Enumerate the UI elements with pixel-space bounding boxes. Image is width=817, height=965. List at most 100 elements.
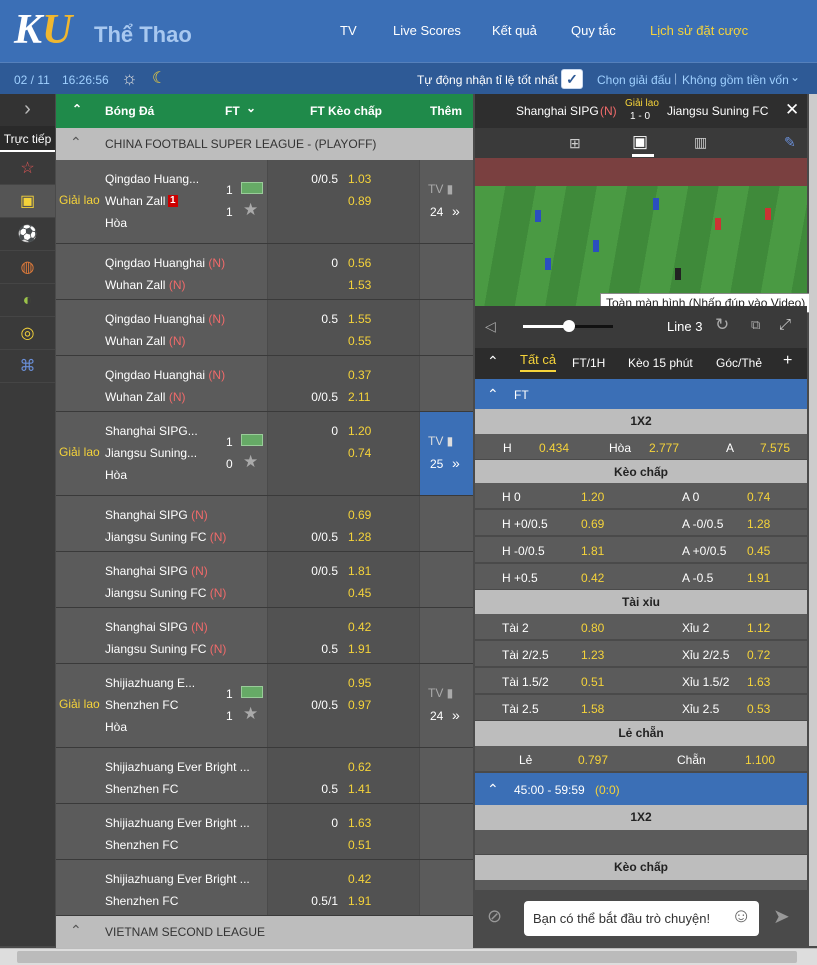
odds-button[interactable]: 1.53 [348, 278, 371, 292]
popout-icon[interactable]: ⧉ [751, 317, 760, 333]
league-header[interactable]: ⌃ CHINA FOOTBALL SUPER LEAGUE - (PLAYOFF… [56, 128, 473, 160]
odds-button[interactable]: 1.81 [348, 564, 371, 578]
pitch-icon[interactable]: ⊞ [569, 135, 581, 152]
soccer-ball-icon[interactable]: ⚽ [0, 218, 55, 251]
odds-button[interactable]: 1.91 [747, 571, 770, 585]
odds-button[interactable]: 2.777 [649, 441, 679, 455]
brand-logo[interactable]: KU [14, 6, 84, 54]
favorite-star-icon[interactable]: ☆ [0, 152, 55, 185]
tab-all[interactable]: Tất cả [520, 352, 557, 372]
tab-15min[interactable]: Kèo 15 phút [628, 356, 693, 370]
tv-icon[interactable]: ▣ [0, 185, 55, 218]
chevron-down-icon[interactable]: ⌄ [246, 101, 256, 115]
fullscreen-icon[interactable]: ⤢ [779, 316, 791, 333]
chevron-right-icon[interactable]: » [452, 707, 460, 723]
odds-button[interactable]: 0.53 [747, 702, 770, 716]
period-select[interactable]: FT [225, 104, 240, 118]
pitch-icon[interactable] [241, 686, 263, 698]
live-tab[interactable]: Trực tiếp [0, 126, 55, 152]
video-player[interactable] [475, 158, 807, 306]
odds-button[interactable]: 1.12 [747, 621, 770, 635]
more-markets-cell[interactable]: TV ▮ 24 » [420, 664, 473, 747]
odds-button[interactable]: 0.434 [539, 441, 569, 455]
odds-button[interactable]: 1.41 [348, 782, 371, 796]
odds-button[interactable]: 1.63 [348, 816, 371, 830]
volume-icon[interactable]: ◁ [485, 318, 496, 335]
odds-button[interactable]: 0.55 [348, 334, 371, 348]
nav-live-scores[interactable]: Live Scores [393, 23, 461, 38]
odds-button[interactable]: 0.89 [348, 194, 371, 208]
collapse-all-icon[interactable]: ⌃ [72, 102, 82, 116]
chevron-up-icon[interactable]: ⌃ [70, 134, 82, 151]
odds-button[interactable]: 1.55 [348, 312, 371, 326]
more-markets-cell[interactable]: TV ▮ 25 » [420, 412, 473, 495]
vertical-scrollbar[interactable] [809, 94, 817, 946]
close-icon[interactable]: ✕ [785, 100, 799, 120]
odds-button[interactable]: 1.28 [747, 517, 770, 531]
tv-stream-icon[interactable]: ▣ [632, 132, 648, 152]
odds-button[interactable]: 1.91 [348, 642, 371, 656]
odds-button[interactable]: 1.20 [581, 490, 604, 504]
favorite-star-icon[interactable]: ★ [243, 452, 258, 472]
odds-button[interactable]: 2.11 [348, 390, 370, 404]
odds-button[interactable]: 1.81 [581, 544, 604, 558]
basketball-icon[interactable]: ◍ [0, 251, 55, 284]
odds-button[interactable]: 0.37 [348, 368, 371, 382]
pitch-icon[interactable] [241, 434, 263, 446]
nav-rules[interactable]: Quy tắc [571, 23, 616, 38]
no-video-icon[interactable]: ⊘ [487, 906, 502, 927]
refresh-icon[interactable]: ↻ [715, 315, 729, 335]
horizontal-scrollbar[interactable] [0, 948, 817, 965]
odds-button[interactable]: 1.91 [348, 894, 371, 908]
odds-button[interactable]: 0.51 [348, 838, 371, 852]
chevron-up-icon[interactable]: ⌃ [70, 922, 82, 939]
favorite-star-icon[interactable]: ★ [243, 704, 258, 724]
odds-button[interactable]: 0.62 [348, 760, 371, 774]
chevron-down-icon[interactable]: ⌄ [790, 70, 800, 84]
odds-button[interactable]: 1.28 [348, 530, 371, 544]
odds-button[interactable]: 0.80 [581, 621, 604, 635]
odds-button[interactable]: 0.69 [581, 517, 604, 531]
odds-button[interactable]: 0.42 [348, 620, 371, 634]
favorite-star-icon[interactable]: ★ [243, 200, 258, 220]
odds-button[interactable]: 0.72 [747, 648, 770, 662]
chevron-up-icon[interactable]: ⌃ [487, 353, 499, 370]
chevron-right-icon[interactable]: » [452, 455, 460, 471]
nav-results[interactable]: Kết quả [492, 23, 537, 38]
tab-corners-cards[interactable]: Góc/Thẻ [716, 356, 762, 370]
odds-button[interactable]: 0.97 [348, 698, 371, 712]
pitch-icon[interactable] [241, 182, 263, 194]
odds-button[interactable]: 1.20 [348, 424, 371, 438]
period-section-header[interactable]: ⌃ 45:00 - 59:59 (0:0) [475, 773, 807, 805]
tv-icon[interactable]: TV ▮ [428, 182, 453, 196]
odds-button[interactable]: 0.51 [581, 675, 604, 689]
volleyball-icon[interactable]: ◎ [0, 317, 55, 350]
moon-icon[interactable]: ☾ [152, 68, 166, 88]
tab-ft-1h[interactable]: FT/1H [572, 356, 605, 370]
plus-icon[interactable]: + [783, 352, 792, 370]
chevron-right-icon[interactable]: › [0, 94, 55, 126]
auto-odds-checkbox[interactable]: ✓ [561, 69, 583, 89]
odds-button[interactable]: 0.797 [578, 753, 608, 767]
chevron-right-icon[interactable]: » [452, 203, 460, 219]
gamepad-icon[interactable]: ⌘ [0, 350, 55, 383]
odds-button[interactable]: 1.23 [581, 648, 604, 662]
nav-tv[interactable]: TV [340, 23, 357, 38]
pin-icon[interactable]: ✎ [784, 134, 796, 151]
tennis-ball-icon[interactable]: ◐ [0, 284, 55, 317]
odds-button[interactable]: 1.100 [745, 753, 775, 767]
chevron-up-icon[interactable]: ⌃ [487, 781, 499, 798]
choose-league-link[interactable]: Chọn giải đấu [597, 73, 671, 87]
ft-section-header[interactable]: ⌃ FT [475, 379, 807, 409]
odds-button[interactable]: 0.56 [348, 256, 371, 270]
nav-bet-history[interactable]: Lịch sử đặt cược [650, 23, 748, 38]
odds-button[interactable]: 0.42 [348, 872, 371, 886]
odds-button[interactable]: 0.74 [348, 446, 371, 460]
odds-button[interactable]: 1.63 [747, 675, 770, 689]
odds-button[interactable]: 7.575 [760, 441, 790, 455]
tv-icon[interactable]: TV ▮ [428, 686, 453, 700]
tv-icon[interactable]: TV ▮ [428, 434, 453, 448]
league-header[interactable]: ⌃ VIETNAM SECOND LEAGUE [56, 916, 473, 948]
send-icon[interactable]: ➤ [773, 904, 790, 929]
chevron-up-icon[interactable]: ⌃ [487, 386, 499, 403]
